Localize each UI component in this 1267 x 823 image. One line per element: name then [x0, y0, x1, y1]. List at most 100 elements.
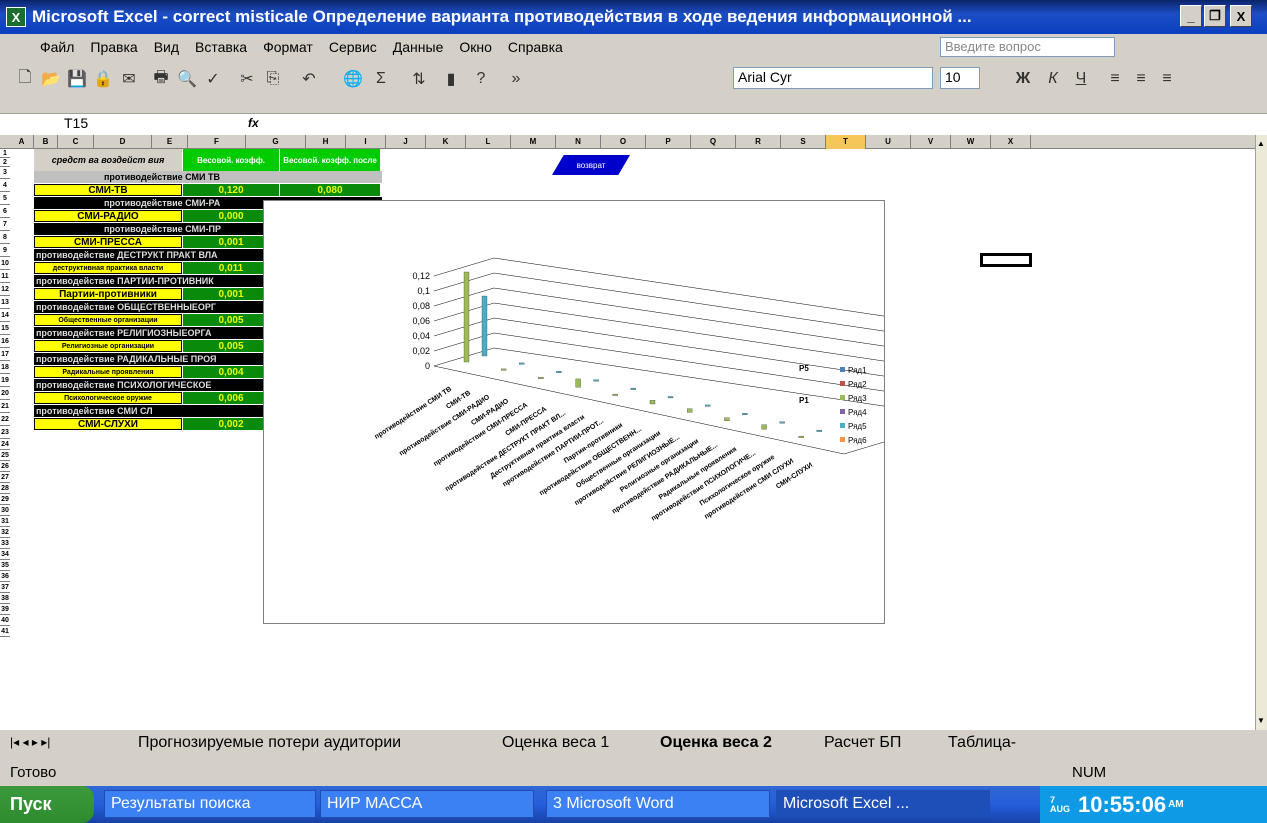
row-header[interactable]: 35 — [0, 560, 10, 571]
row-header[interactable]: 26 — [0, 461, 10, 472]
column-header[interactable]: F — [188, 135, 246, 149]
row-header[interactable]: 15 — [0, 322, 10, 335]
column-header[interactable]: O — [601, 135, 646, 149]
row-header[interactable]: 3 — [0, 167, 10, 179]
font-size-combo[interactable]: 10 — [940, 67, 980, 89]
return-button[interactable]: возврат — [552, 155, 630, 175]
row-header[interactable]: 31 — [0, 516, 10, 527]
tab-table[interactable]: Таблица- — [948, 734, 1016, 752]
row-header[interactable]: 20 — [0, 387, 10, 400]
minimize-button[interactable]: _ — [1180, 5, 1202, 27]
menu-edit[interactable]: Правка — [90, 39, 137, 55]
column-header[interactable]: W — [951, 135, 991, 149]
row-header[interactable]: 25 — [0, 450, 10, 461]
start-button[interactable]: Пуск — [0, 786, 94, 823]
row-header[interactable]: 29 — [0, 494, 10, 505]
underline-button[interactable]: Ч — [1070, 68, 1092, 90]
column-header[interactable]: N — [556, 135, 601, 149]
means-label[interactable]: СМИ-ТВ — [34, 184, 182, 196]
column-header[interactable]: J — [386, 135, 426, 149]
weight-value[interactable]: 0,120 — [183, 184, 279, 196]
menu-file[interactable]: Файл — [40, 39, 74, 55]
font-name-combo[interactable]: Arial Cyr — [733, 67, 933, 89]
scroll-up-icon[interactable]: ▲ — [1257, 139, 1267, 149]
scroll-down-icon[interactable]: ▼ — [1257, 716, 1267, 726]
row-header[interactable]: 23 — [0, 426, 10, 439]
row-header[interactable]: 28 — [0, 483, 10, 494]
row-header[interactable]: 6 — [0, 205, 10, 218]
means-label[interactable]: Радикальные проявления — [34, 366, 182, 378]
weight-after-value[interactable]: 0,080 — [280, 184, 380, 196]
menu-data[interactable]: Данные — [393, 39, 444, 55]
help-icon[interactable]: ? — [470, 68, 492, 90]
row-header[interactable]: 33 — [0, 538, 10, 549]
row-header[interactable]: 8 — [0, 231, 10, 244]
row-header[interactable]: 4 — [0, 179, 10, 192]
row-header[interactable]: 2 — [0, 158, 10, 167]
menu-view[interactable]: Вид — [154, 39, 179, 55]
help-search-input[interactable]: Введите вопрос — [940, 37, 1115, 57]
row-header[interactable]: 34 — [0, 549, 10, 560]
undo-icon[interactable]: ↶ — [298, 68, 320, 90]
chart-wizard-icon[interactable]: ▮ — [440, 68, 462, 90]
means-label[interactable]: Партии-противники — [34, 288, 182, 300]
column-header[interactable]: T — [826, 135, 866, 149]
menu-tools[interactable]: Сервис — [329, 39, 377, 55]
fx-icon[interactable]: fx — [248, 116, 259, 130]
tab-weight-2[interactable]: Оценка веса 2 — [660, 734, 772, 752]
row-header[interactable]: 41 — [0, 626, 10, 637]
column-header[interactable]: L — [466, 135, 511, 149]
column-header[interactable]: V — [911, 135, 951, 149]
means-label[interactable]: Общественные организации — [34, 314, 182, 326]
spellcheck-icon[interactable]: ✓ — [202, 68, 224, 90]
print-icon[interactable]: 🖶 — [150, 68, 172, 90]
task-search-results[interactable]: Результаты поиска — [104, 790, 316, 818]
preview-icon[interactable]: 🔍 — [176, 68, 198, 90]
row-header[interactable]: 38 — [0, 593, 10, 604]
name-box[interactable]: T15 — [4, 115, 179, 135]
column-header[interactable]: P — [646, 135, 691, 149]
new-icon[interactable]: 🗋 — [14, 68, 36, 90]
chart-area[interactable]: 0,12 0,1 0,08 0,06 0,04 0,02 0 противодействие … — [263, 200, 965, 624]
row-header[interactable]: 9 — [0, 244, 10, 257]
menu-insert[interactable]: Вставка — [195, 39, 247, 55]
row-header[interactable]: 40 — [0, 615, 10, 626]
align-left-icon[interactable]: ≡ — [1104, 68, 1126, 90]
row-header[interactable]: 19 — [0, 374, 10, 387]
row-header[interactable]: 32 — [0, 527, 10, 538]
row-header[interactable]: 18 — [0, 361, 10, 374]
permission-icon[interactable]: 🔒 — [92, 68, 114, 90]
row-header[interactable]: 37 — [0, 582, 10, 593]
menu-format[interactable]: Формат — [263, 39, 313, 55]
column-header[interactable]: Q — [691, 135, 736, 149]
row-header[interactable]: 39 — [0, 604, 10, 615]
align-center-icon[interactable]: ≡ — [1130, 68, 1152, 90]
row-header[interactable]: 7 — [0, 218, 10, 231]
tab-nav-first-icon[interactable]: |◂ ◂ ▸ ▸| — [10, 735, 50, 749]
column-header[interactable]: X — [991, 135, 1031, 149]
column-header[interactable]: S — [781, 135, 826, 149]
column-header[interactable]: E — [152, 135, 188, 149]
vertical-scrollbar[interactable]: ▲ ▼ — [1255, 135, 1267, 730]
row-header[interactable]: 30 — [0, 505, 10, 516]
task-nir-massa[interactable]: НИР МАССА — [320, 790, 534, 818]
row-header[interactable]: 12 — [0, 283, 10, 296]
column-header[interactable]: K — [426, 135, 466, 149]
align-right-icon[interactable]: ≡ — [1156, 68, 1178, 90]
row-header[interactable]: 13 — [0, 296, 10, 309]
column-header[interactable]: U — [866, 135, 911, 149]
column-header[interactable]: M — [511, 135, 556, 149]
row-header[interactable]: 1 — [0, 149, 10, 158]
sort-icon[interactable]: ⇅ — [408, 68, 430, 90]
means-label[interactable]: деструктивная практика власти — [34, 262, 182, 274]
row-header[interactable]: 24 — [0, 439, 10, 450]
copy-icon[interactable]: ⎘ — [262, 68, 284, 90]
band-row[interactable]: противодействие СМИ ТВ — [34, 171, 382, 183]
column-header[interactable]: C — [58, 135, 94, 149]
row-header[interactable]: 21 — [0, 400, 10, 413]
task-excel[interactable]: Microsoft Excel ... — [776, 790, 990, 818]
row-header[interactable]: 14 — [0, 309, 10, 322]
column-header[interactable]: A — [10, 135, 34, 149]
email-icon[interactable]: ✉ — [118, 68, 140, 90]
means-label[interactable]: СМИ-ПРЕССА — [34, 236, 182, 248]
